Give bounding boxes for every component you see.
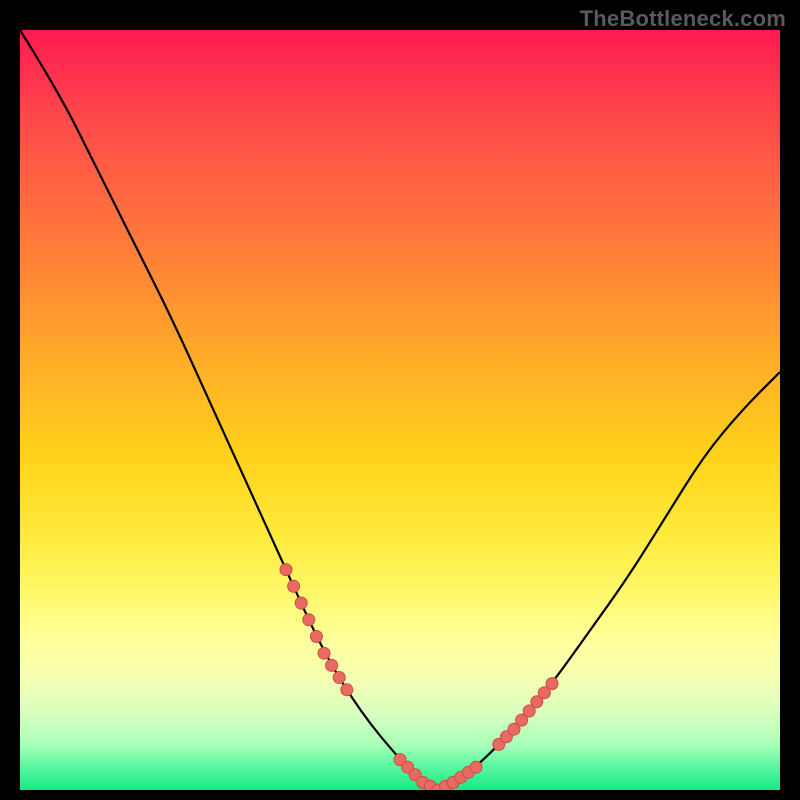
valley-markers-dot: [402, 761, 414, 773]
valley-markers-dot: [409, 769, 421, 781]
valley-markers-dot: [462, 766, 474, 778]
right-branch-markers-dot: [523, 705, 535, 717]
plot-area: [20, 30, 780, 790]
valley-markers-dot: [394, 754, 406, 766]
left-branch-markers-dot: [326, 659, 338, 671]
left-branch-markers-dot: [280, 564, 292, 576]
left-branch-markers-dot: [295, 597, 307, 609]
valley-markers-dot: [447, 776, 459, 788]
valley-markers-dot: [455, 771, 467, 783]
right-branch-markers-dot: [516, 714, 528, 726]
left-branch-markers-dot: [341, 684, 353, 696]
valley-markers-dot: [470, 761, 482, 773]
left-branch-markers-dot: [303, 614, 315, 626]
right-branch-markers-dot: [493, 738, 505, 750]
right-branch-markers-dot: [508, 723, 520, 735]
right-branch-markers-dot: [500, 731, 512, 743]
valley-markers-dot: [417, 776, 429, 788]
marker-layer: [280, 564, 558, 790]
left-branch-markers-dot: [333, 672, 345, 684]
valley-markers-dot: [432, 784, 444, 790]
left-branch-markers-dot: [310, 631, 322, 643]
bottleneck-curve: [20, 30, 780, 788]
right-branch-markers-dot: [531, 696, 543, 708]
right-branch-markers-dot: [546, 678, 558, 690]
left-branch-markers-dot: [288, 580, 300, 592]
chart-frame: TheBottleneck.com: [0, 0, 800, 800]
valley-markers-dot: [424, 780, 436, 790]
left-branch-markers-dot: [318, 647, 330, 659]
valley-markers-dot: [440, 780, 452, 790]
watermark-text: TheBottleneck.com: [580, 6, 786, 32]
right-branch-markers-dot: [538, 687, 550, 699]
curve-layer: [20, 30, 780, 790]
